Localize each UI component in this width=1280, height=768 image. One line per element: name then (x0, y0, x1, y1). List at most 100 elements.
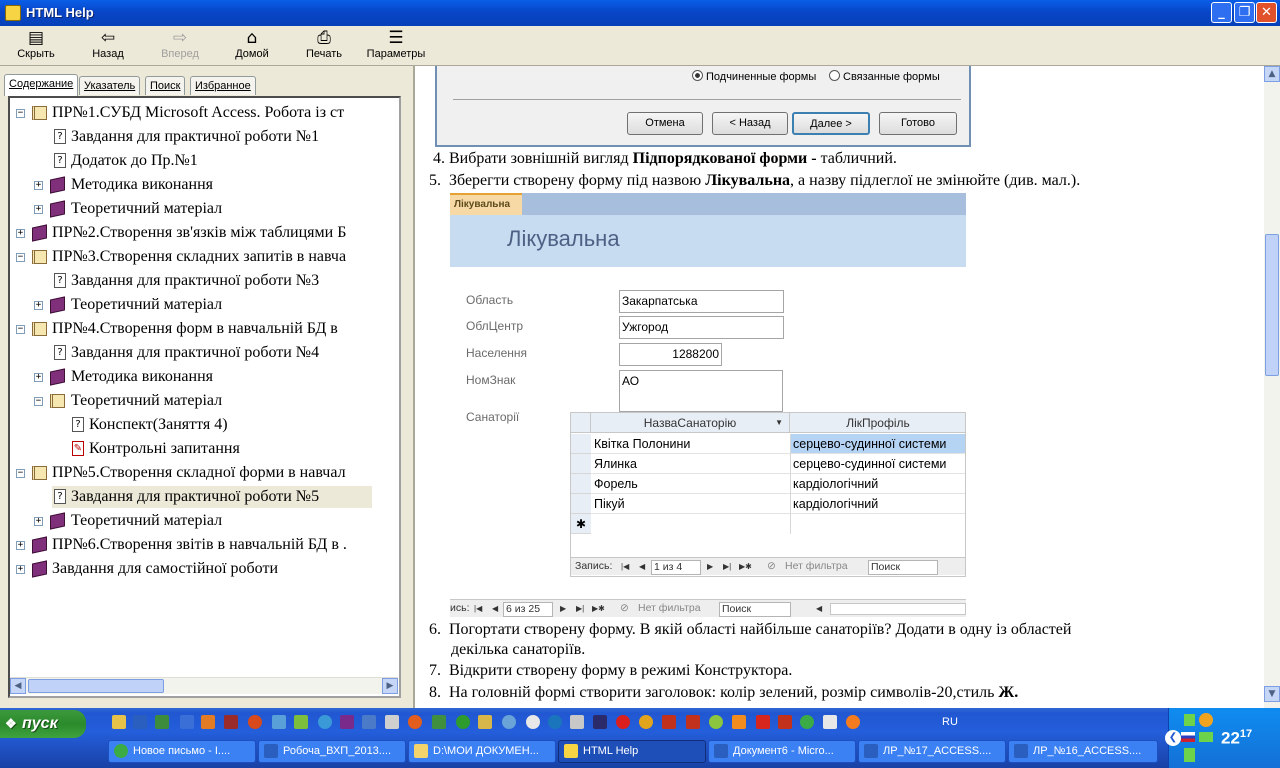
firefox-icon[interactable] (408, 715, 422, 729)
step-6-cont: декілька санаторіїв. (451, 641, 586, 658)
tab-favorites[interactable]: Избранное (190, 76, 256, 95)
quicklaunch-app-icon[interactable] (224, 715, 238, 729)
task-item[interactable]: Документ6 - Micro... (708, 740, 856, 763)
collapse-icon[interactable]: − (16, 325, 25, 334)
scroll-thumb[interactable] (28, 679, 164, 693)
clock[interactable]: 2217 (1221, 728, 1252, 749)
hide-button[interactable]: ▤ Скрыть (10, 28, 62, 64)
quicklaunch-app-icon[interactable] (362, 715, 376, 729)
quicklaunch-app-icon[interactable] (662, 715, 676, 729)
task-item-active[interactable]: HTML Help (558, 740, 706, 763)
window-title: HTML Help (26, 5, 94, 20)
field-population: 1288200 (619, 343, 722, 366)
task-item[interactable]: Новое письмо - I.... (108, 740, 256, 763)
step-5: 5. Зберегти створену форму під назвою Лі… (429, 172, 1081, 189)
start-button[interactable]: ❖ пуск (0, 710, 86, 738)
ie-icon[interactable] (318, 715, 332, 729)
expand-icon[interactable]: + (34, 517, 43, 526)
expand-icon[interactable]: + (16, 565, 25, 574)
collapse-icon[interactable]: − (16, 469, 25, 478)
quicklaunch-app-icon[interactable] (778, 715, 792, 729)
quicklaunch-app-icon[interactable] (112, 715, 126, 729)
expand-icon[interactable]: + (16, 541, 25, 550)
mail-icon[interactable] (756, 715, 770, 729)
collapse-icon[interactable]: − (16, 109, 25, 118)
quicklaunch-app-icon[interactable] (432, 715, 446, 729)
options-button[interactable]: ☰ Параметры (364, 28, 428, 64)
tray-app-icon[interactable] (1199, 713, 1213, 727)
russian-flag-icon[interactable] (1181, 732, 1195, 742)
quicklaunch-app-icon[interactable] (155, 715, 169, 729)
step-7: 7. Відкрити створену форму в режимі Конс… (429, 662, 793, 679)
scroll-thumb[interactable] (1265, 234, 1279, 376)
chrome-icon[interactable] (800, 715, 814, 729)
home-button[interactable]: ⌂ Домой (226, 28, 278, 64)
language-indicator[interactable]: RU (942, 716, 958, 728)
scroll-down-icon[interactable]: ▼ (1264, 686, 1280, 702)
odnoklassniki-icon[interactable] (732, 715, 746, 729)
first-record-icon: |◀ (621, 562, 630, 571)
quicklaunch-app-icon[interactable] (340, 715, 354, 729)
content-vertical-scrollbar[interactable]: ▲ ▼ (1264, 66, 1280, 708)
photoshop-icon[interactable] (593, 715, 607, 729)
tab-search[interactable]: Поиск (145, 76, 186, 95)
quicklaunch-app-icon[interactable] (639, 715, 653, 729)
print-button[interactable]: ⎙ Печать (298, 28, 350, 64)
quicklaunch-app-icon[interactable] (846, 715, 860, 729)
task-item[interactable]: D:\МОИ ДОКУМЕН... (408, 740, 556, 763)
tray-expand-icon[interactable]: ❮ (1165, 730, 1181, 746)
title-bar[interactable]: HTML Help _ ❐ ✕ (0, 0, 1280, 26)
back-button[interactable]: ⇦ Назад (82, 28, 134, 64)
quicklaunch-app-icon[interactable] (548, 715, 562, 729)
quicklaunch-app-icon[interactable] (272, 715, 286, 729)
table-cell: Ялинка (591, 454, 790, 474)
task-item[interactable]: ЛР_№16_ACCESS.... (1008, 740, 1158, 763)
minimize-button[interactable]: _ (1211, 2, 1232, 23)
expand-icon[interactable]: + (16, 229, 25, 238)
last-record-icon: ▶| (576, 604, 585, 613)
scroll-up-icon[interactable]: ▲ (1264, 66, 1280, 82)
quicklaunch-app-icon[interactable] (823, 715, 837, 729)
collapse-icon[interactable]: − (16, 253, 25, 262)
tree-node-selected[interactable]: ? Завдання для практичної роботи №5 (52, 486, 372, 508)
expand-icon[interactable]: + (34, 373, 43, 382)
wizard-dialog-screenshot: Подчиненные формы Связанные формы Отмена… (435, 66, 971, 147)
quicklaunch-app-icon[interactable] (456, 715, 470, 729)
filter-icon: ⊘ (620, 602, 629, 614)
quicklaunch-app-icon[interactable] (686, 715, 700, 729)
quicklaunch-app-icon[interactable] (526, 715, 540, 729)
quicklaunch-app-icon[interactable] (180, 715, 194, 729)
quicklaunch-app-icon[interactable] (478, 715, 492, 729)
forward-button[interactable]: ⇨ Вперед (152, 28, 208, 64)
quicklaunch-app-icon[interactable] (248, 715, 262, 729)
quicklaunch-app-icon[interactable] (709, 715, 723, 729)
quicklaunch-app-icon[interactable] (502, 715, 516, 729)
prev-record-icon: ◀ (639, 562, 646, 571)
task-item[interactable]: ЛР_№17_ACCESS.... (858, 740, 1006, 763)
tab-index[interactable]: Указатель (79, 76, 141, 95)
maximize-button[interactable]: ❐ (1234, 2, 1255, 23)
scroll-left-icon[interactable]: ◀ (10, 678, 26, 694)
scroll-right-icon[interactable]: ▶ (382, 678, 398, 694)
collapse-icon[interactable]: − (34, 397, 43, 406)
tray-app-icon[interactable] (1199, 732, 1213, 742)
task-item[interactable]: Робоча_ВХП_2013.... (258, 740, 406, 763)
expand-icon[interactable]: + (34, 301, 43, 310)
expand-icon[interactable]: + (34, 205, 43, 214)
expand-icon[interactable]: + (34, 181, 43, 190)
quicklaunch-app-icon[interactable] (201, 715, 215, 729)
opera-icon[interactable] (616, 715, 630, 729)
word-icon[interactable] (133, 715, 147, 729)
quicklaunch-app-icon[interactable] (385, 715, 399, 729)
signal-icon[interactable] (1181, 748, 1195, 762)
forward-arrow-icon: ⇨ (172, 28, 188, 48)
tree-horizontal-scrollbar[interactable]: ◀ ▶ (10, 677, 398, 694)
navigation-pane: Содержание Указатель Поиск Избранное − ПР… (0, 66, 405, 708)
tab-contents[interactable]: Содержание (4, 74, 79, 96)
quicklaunch-app-icon[interactable] (294, 715, 308, 729)
signal-icon[interactable] (1181, 714, 1195, 726)
close-button[interactable]: ✕ (1256, 2, 1277, 23)
quicklaunch-app-icon[interactable] (570, 715, 584, 729)
form-screenshot: Лікувальна Лікувальна Область Закарпатсь… (450, 193, 968, 617)
cancel-button: Отмена (627, 112, 703, 135)
